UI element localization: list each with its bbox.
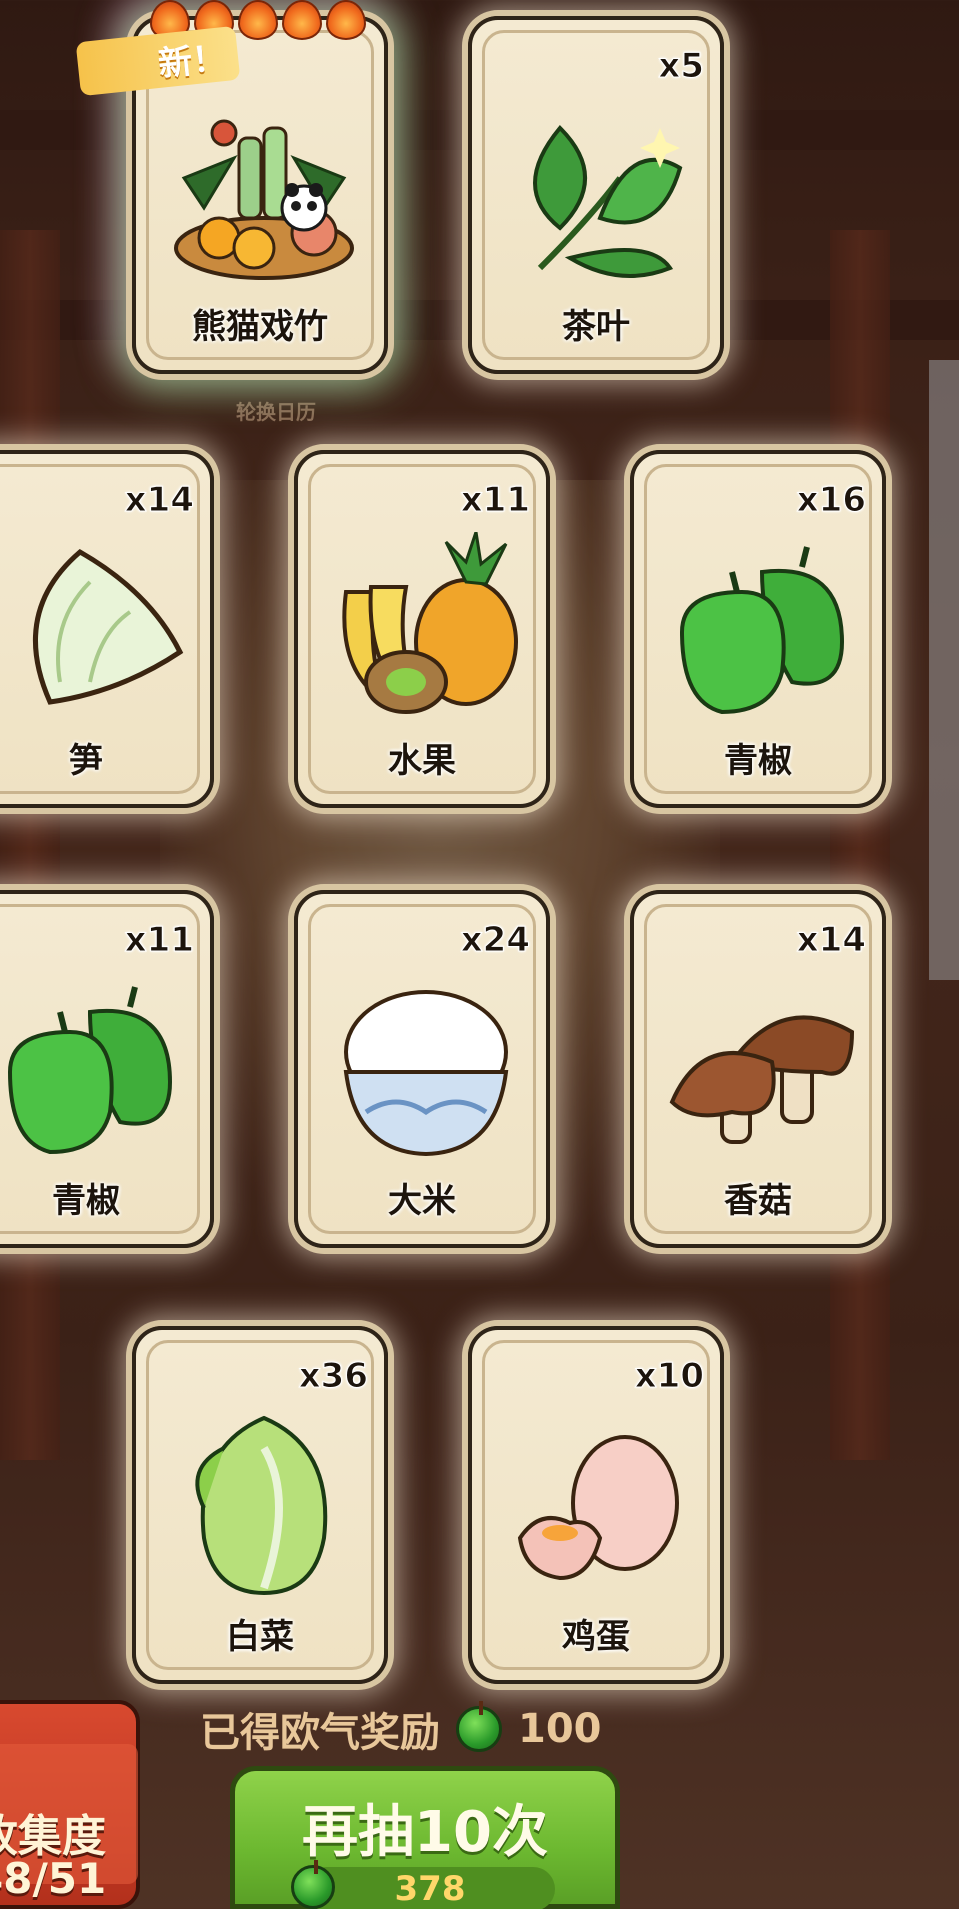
card-green-pepper-2[interactable]: x11 青椒 [0, 890, 214, 1248]
card-count: x36 [298, 1356, 368, 1397]
card-cabbage[interactable]: x36 白菜 [132, 1326, 388, 1684]
card-count: x5 [658, 46, 705, 87]
bamboo-shoot-icon [32, 548, 184, 705]
shiitake-mushroom-icon [669, 1015, 855, 1144]
egg-icon [517, 1435, 679, 1581]
card-name: 大米 [388, 1181, 456, 1221]
card-rice[interactable]: x24 大米 [294, 890, 550, 1248]
draw-cost-value: 378 [394, 1869, 466, 1909]
cabbage-icon [195, 1415, 328, 1596]
collection-progress-button[interactable]: 收集度 48/51 [0, 1700, 140, 1909]
draw-10-again-button[interactable]: 再抽10次 378 [230, 1766, 620, 1909]
card-name: 熊猫戏竹 [192, 307, 328, 347]
card-name: 茶叶 [562, 307, 630, 347]
green-apple-currency-icon [291, 1860, 335, 1909]
draw-cost: 378 [291, 1860, 555, 1909]
card-count: x10 [634, 1356, 704, 1397]
flame-icon [326, 0, 366, 40]
card-count: x24 [460, 920, 530, 961]
card-name: 青椒 [52, 1181, 120, 1221]
card-name: 笋 [69, 741, 103, 781]
reward-label: 已得欧气奖励 [200, 1710, 440, 1756]
card-count: x11 [460, 480, 530, 521]
card-name: 白菜 [226, 1617, 294, 1657]
card-tea-leaves[interactable]: x5 茶叶 [468, 16, 724, 374]
card-count: x14 [124, 480, 194, 521]
green-apple-currency-icon [456, 1701, 502, 1752]
fruit-icon [342, 532, 518, 714]
card-shiitake[interactable]: x14 香菇 [630, 890, 886, 1248]
flame-icon [282, 0, 322, 40]
card-count: x16 [796, 480, 866, 521]
card-egg[interactable]: x10 鸡蛋 [468, 1326, 724, 1684]
card-name: 青椒 [724, 741, 792, 781]
green-pepper-icon [7, 986, 173, 1155]
reward-summary: 已得欧气奖励 100 [200, 1700, 602, 1758]
card-name: 香菇 [724, 1181, 792, 1221]
panda-bamboo-art-icon [174, 119, 354, 280]
card-fruit[interactable]: x11 水果 [294, 450, 550, 808]
rice-bowl-icon [343, 990, 509, 1157]
card-name: 水果 [388, 741, 456, 781]
card-bamboo-shoot[interactable]: x14 笋 [0, 450, 214, 808]
card-count: x14 [796, 920, 866, 961]
reward-value: 100 [518, 1706, 602, 1752]
card-green-pepper[interactable]: x16 青椒 [630, 450, 886, 808]
card-count: x11 [124, 920, 194, 961]
draw-button-label: 再抽10次 [302, 1800, 548, 1865]
flame-icon [238, 0, 278, 40]
new-badge-label: 新！ [156, 37, 229, 85]
green-pepper-icon [679, 546, 845, 715]
collection-count: 48/51 [0, 1854, 107, 1903]
card-name: 鸡蛋 [562, 1617, 630, 1657]
rotation-calendar-label: 轮换日历 [236, 400, 316, 424]
tea-leaves-icon [533, 125, 683, 278]
